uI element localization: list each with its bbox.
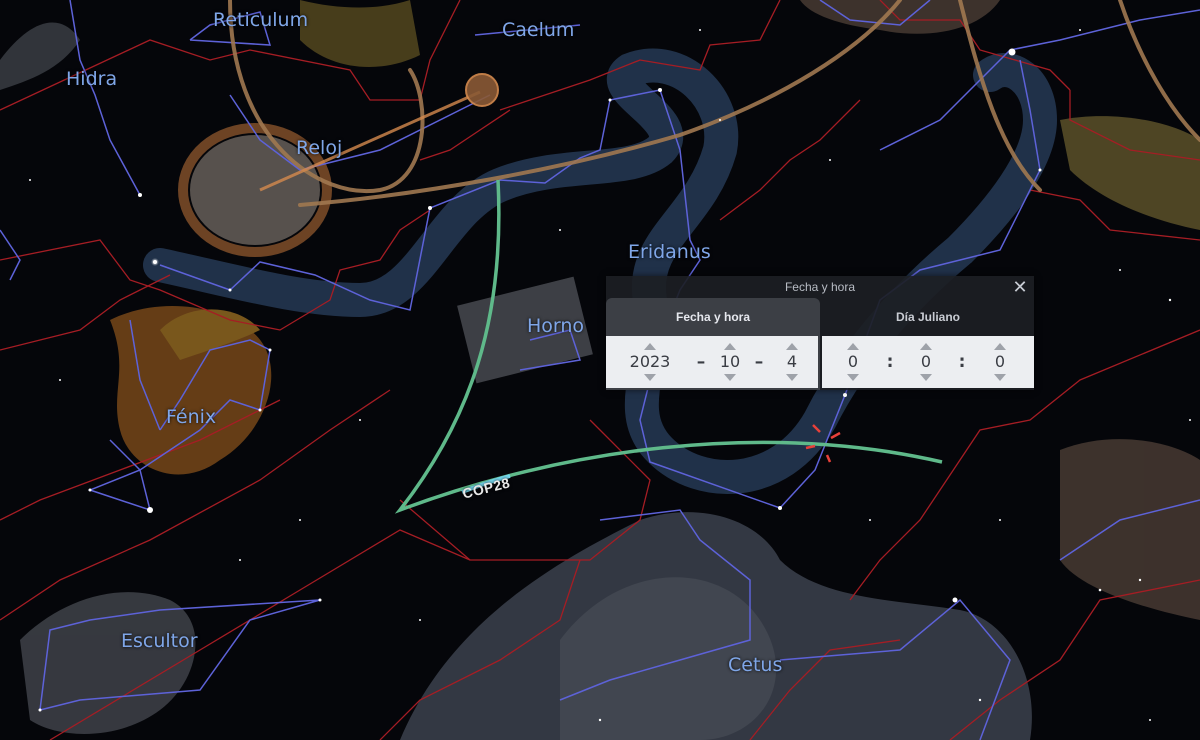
month-spinner[interactable]: 10 — [708, 336, 752, 388]
dialog-title: Fecha y hora — [784, 280, 856, 294]
seconds-spinner[interactable]: 0 — [968, 336, 1032, 388]
year-value[interactable]: 2023 — [630, 353, 671, 371]
tab-julian-day[interactable]: Día Juliano 0 : 0 : 0 — [822, 298, 1034, 390]
dialog-titlebar[interactable]: Fecha y hora ✕ — [606, 276, 1034, 298]
date-time-dialog: Fecha y hora ✕ Fecha y hora 2023 – 10 – … — [606, 276, 1034, 390]
day-down-arrow-icon[interactable] — [786, 374, 798, 381]
day-spinner[interactable]: 4 — [766, 336, 818, 388]
hours-value[interactable]: 0 — [848, 353, 858, 371]
month-value[interactable]: 10 — [720, 353, 740, 371]
tab-date-time-label: Fecha y hora — [675, 310, 751, 324]
time-fields: 0 : 0 : 0 — [822, 336, 1034, 388]
hours-up-arrow-icon[interactable] — [847, 343, 859, 350]
date-fields: 2023 – 10 – 4 — [606, 336, 818, 388]
label-horno: Horno — [527, 315, 585, 337]
label-cetus: Cetus — [728, 654, 783, 676]
date-separator: – — [696, 352, 706, 372]
seconds-up-arrow-icon[interactable] — [994, 343, 1006, 350]
tab-julian-day-label: Día Juliano — [895, 310, 960, 324]
date-separator: – — [754, 352, 764, 372]
label-caelum: Caelum — [502, 19, 575, 41]
year-down-arrow-icon[interactable] — [644, 374, 656, 381]
minutes-down-arrow-icon[interactable] — [920, 374, 932, 381]
day-up-arrow-icon[interactable] — [786, 343, 798, 350]
hours-down-arrow-icon[interactable] — [847, 374, 859, 381]
minutes-value[interactable]: 0 — [921, 353, 931, 371]
year-spinner[interactable]: 2023 — [606, 336, 694, 388]
year-up-arrow-icon[interactable] — [644, 343, 656, 350]
time-separator: : — [958, 352, 966, 372]
day-value[interactable]: 4 — [787, 353, 797, 371]
label-eridanus: Eridanus — [628, 241, 711, 263]
tab-date-time[interactable]: Fecha y hora 2023 – 10 – 4 — [606, 298, 820, 390]
hours-spinner[interactable]: 0 — [822, 336, 884, 388]
label-escultor: Escultor — [121, 630, 198, 652]
label-fenix: Fénix — [166, 406, 217, 428]
label-hidra: Hidra — [66, 68, 118, 90]
label-reticulum: Reticulum — [213, 9, 309, 31]
label-reloj: Reloj — [296, 137, 343, 159]
month-up-arrow-icon[interactable] — [724, 343, 736, 350]
time-separator: : — [886, 352, 894, 372]
minutes-spinner[interactable]: 0 — [896, 336, 956, 388]
close-icon[interactable]: ✕ — [1012, 276, 1028, 298]
seconds-value[interactable]: 0 — [995, 353, 1005, 371]
seconds-down-arrow-icon[interactable] — [994, 374, 1006, 381]
minutes-up-arrow-icon[interactable] — [920, 343, 932, 350]
month-down-arrow-icon[interactable] — [724, 374, 736, 381]
reloj-planet — [465, 73, 499, 107]
